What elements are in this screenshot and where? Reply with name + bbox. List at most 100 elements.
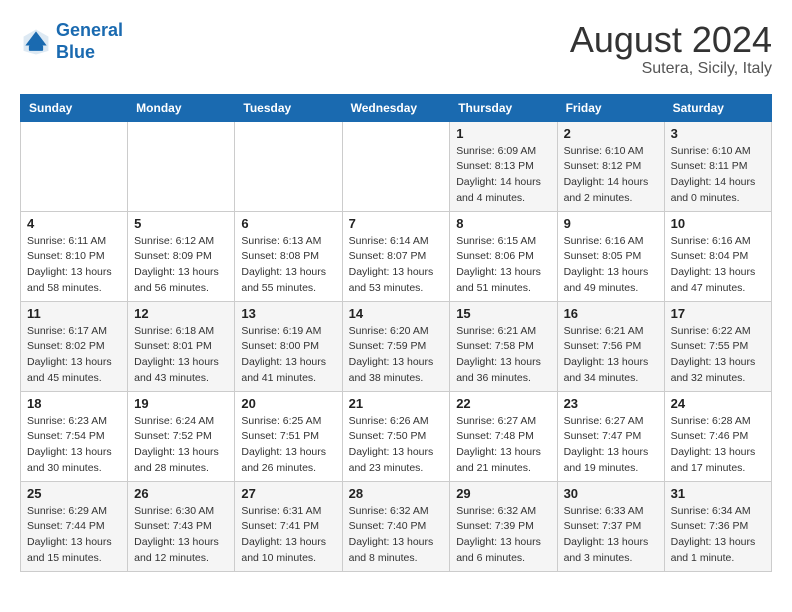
day-number: 25 xyxy=(27,486,121,501)
calendar-day-cell: 13 Sunrise: 6:19 AMSunset: 8:00 PMDaylig… xyxy=(235,301,342,391)
calendar-day-cell: 18 Sunrise: 6:23 AMSunset: 7:54 PMDaylig… xyxy=(21,391,128,481)
calendar-day-cell: 5 Sunrise: 6:12 AMSunset: 8:09 PMDayligh… xyxy=(128,211,235,301)
day-number: 21 xyxy=(349,396,444,411)
calendar-day-cell: 26 Sunrise: 6:30 AMSunset: 7:43 PMDaylig… xyxy=(128,481,235,571)
calendar-day-cell: 25 Sunrise: 6:29 AMSunset: 7:44 PMDaylig… xyxy=(21,481,128,571)
day-number: 1 xyxy=(456,126,550,141)
location: Sutera, Sicily, Italy xyxy=(570,60,772,78)
day-info: Sunrise: 6:13 AMSunset: 8:08 PMDaylight:… xyxy=(241,234,335,297)
day-number: 8 xyxy=(456,216,550,231)
calendar-day-cell: 1 Sunrise: 6:09 AMSunset: 8:13 PMDayligh… xyxy=(450,121,557,211)
month-year: August 2024 xyxy=(570,20,772,60)
day-number: 16 xyxy=(564,306,658,321)
day-number: 2 xyxy=(564,126,658,141)
day-info: Sunrise: 6:23 AMSunset: 7:54 PMDaylight:… xyxy=(27,414,121,477)
day-number: 27 xyxy=(241,486,335,501)
day-number: 14 xyxy=(349,306,444,321)
col-sunday: Sunday xyxy=(21,94,128,121)
day-number: 22 xyxy=(456,396,550,411)
title-block: August 2024 Sutera, Sicily, Italy xyxy=(570,20,772,78)
day-number: 26 xyxy=(134,486,228,501)
logo-line2: Blue xyxy=(56,42,95,62)
day-info: Sunrise: 6:11 AMSunset: 8:10 PMDaylight:… xyxy=(27,234,121,297)
calendar-day-cell: 28 Sunrise: 6:32 AMSunset: 7:40 PMDaylig… xyxy=(342,481,450,571)
day-number: 20 xyxy=(241,396,335,411)
calendar-day-cell: 27 Sunrise: 6:31 AMSunset: 7:41 PMDaylig… xyxy=(235,481,342,571)
calendar-day-cell xyxy=(21,121,128,211)
day-number: 13 xyxy=(241,306,335,321)
day-info: Sunrise: 6:24 AMSunset: 7:52 PMDaylight:… xyxy=(134,414,228,477)
calendar-day-cell: 17 Sunrise: 6:22 AMSunset: 7:55 PMDaylig… xyxy=(664,301,771,391)
calendar-day-cell xyxy=(128,121,235,211)
calendar-day-cell: 19 Sunrise: 6:24 AMSunset: 7:52 PMDaylig… xyxy=(128,391,235,481)
day-info: Sunrise: 6:28 AMSunset: 7:46 PMDaylight:… xyxy=(671,414,765,477)
calendar-day-cell: 10 Sunrise: 6:16 AMSunset: 8:04 PMDaylig… xyxy=(664,211,771,301)
day-info: Sunrise: 6:31 AMSunset: 7:41 PMDaylight:… xyxy=(241,504,335,567)
day-info: Sunrise: 6:16 AMSunset: 8:05 PMDaylight:… xyxy=(564,234,658,297)
day-info: Sunrise: 6:30 AMSunset: 7:43 PMDaylight:… xyxy=(134,504,228,567)
day-number: 10 xyxy=(671,216,765,231)
calendar-day-cell: 12 Sunrise: 6:18 AMSunset: 8:01 PMDaylig… xyxy=(128,301,235,391)
calendar-week-row: 1 Sunrise: 6:09 AMSunset: 8:13 PMDayligh… xyxy=(21,121,772,211)
day-number: 29 xyxy=(456,486,550,501)
day-number: 18 xyxy=(27,396,121,411)
calendar-day-cell: 4 Sunrise: 6:11 AMSunset: 8:10 PMDayligh… xyxy=(21,211,128,301)
day-number: 15 xyxy=(456,306,550,321)
calendar-day-cell xyxy=(235,121,342,211)
logo-text: General Blue xyxy=(56,20,123,63)
calendar-week-row: 18 Sunrise: 6:23 AMSunset: 7:54 PMDaylig… xyxy=(21,391,772,481)
logo: General Blue xyxy=(20,20,123,63)
day-info: Sunrise: 6:21 AMSunset: 7:58 PMDaylight:… xyxy=(456,324,550,387)
day-info: Sunrise: 6:26 AMSunset: 7:50 PMDaylight:… xyxy=(349,414,444,477)
logo-line1: General xyxy=(56,20,123,40)
col-tuesday: Tuesday xyxy=(235,94,342,121)
calendar-day-cell: 22 Sunrise: 6:27 AMSunset: 7:48 PMDaylig… xyxy=(450,391,557,481)
calendar-day-cell: 8 Sunrise: 6:15 AMSunset: 8:06 PMDayligh… xyxy=(450,211,557,301)
day-info: Sunrise: 6:27 AMSunset: 7:47 PMDaylight:… xyxy=(564,414,658,477)
calendar-day-cell: 9 Sunrise: 6:16 AMSunset: 8:05 PMDayligh… xyxy=(557,211,664,301)
calendar-day-cell: 31 Sunrise: 6:34 AMSunset: 7:36 PMDaylig… xyxy=(664,481,771,571)
day-info: Sunrise: 6:14 AMSunset: 8:07 PMDaylight:… xyxy=(349,234,444,297)
day-number: 11 xyxy=(27,306,121,321)
calendar-day-cell: 29 Sunrise: 6:32 AMSunset: 7:39 PMDaylig… xyxy=(450,481,557,571)
day-info: Sunrise: 6:32 AMSunset: 7:39 PMDaylight:… xyxy=(456,504,550,567)
day-number: 23 xyxy=(564,396,658,411)
day-number: 30 xyxy=(564,486,658,501)
calendar-day-cell: 16 Sunrise: 6:21 AMSunset: 7:56 PMDaylig… xyxy=(557,301,664,391)
day-info: Sunrise: 6:10 AMSunset: 8:12 PMDaylight:… xyxy=(564,144,658,207)
day-number: 24 xyxy=(671,396,765,411)
logo-icon xyxy=(20,26,52,58)
calendar-week-row: 11 Sunrise: 6:17 AMSunset: 8:02 PMDaylig… xyxy=(21,301,772,391)
calendar-day-cell: 7 Sunrise: 6:14 AMSunset: 8:07 PMDayligh… xyxy=(342,211,450,301)
day-info: Sunrise: 6:32 AMSunset: 7:40 PMDaylight:… xyxy=(349,504,444,567)
calendar-table: Sunday Monday Tuesday Wednesday Thursday… xyxy=(20,94,772,572)
calendar-day-cell: 21 Sunrise: 6:26 AMSunset: 7:50 PMDaylig… xyxy=(342,391,450,481)
day-number: 5 xyxy=(134,216,228,231)
day-info: Sunrise: 6:09 AMSunset: 8:13 PMDaylight:… xyxy=(456,144,550,207)
calendar-day-cell: 20 Sunrise: 6:25 AMSunset: 7:51 PMDaylig… xyxy=(235,391,342,481)
day-number: 19 xyxy=(134,396,228,411)
page-header: General Blue August 2024 Sutera, Sicily,… xyxy=(20,20,772,78)
calendar-header-row: Sunday Monday Tuesday Wednesday Thursday… xyxy=(21,94,772,121)
day-number: 12 xyxy=(134,306,228,321)
col-thursday: Thursday xyxy=(450,94,557,121)
calendar-week-row: 4 Sunrise: 6:11 AMSunset: 8:10 PMDayligh… xyxy=(21,211,772,301)
day-info: Sunrise: 6:34 AMSunset: 7:36 PMDaylight:… xyxy=(671,504,765,567)
calendar-day-cell: 3 Sunrise: 6:10 AMSunset: 8:11 PMDayligh… xyxy=(664,121,771,211)
col-wednesday: Wednesday xyxy=(342,94,450,121)
day-info: Sunrise: 6:20 AMSunset: 7:59 PMDaylight:… xyxy=(349,324,444,387)
calendar-day-cell: 14 Sunrise: 6:20 AMSunset: 7:59 PMDaylig… xyxy=(342,301,450,391)
day-number: 3 xyxy=(671,126,765,141)
calendar-day-cell: 23 Sunrise: 6:27 AMSunset: 7:47 PMDaylig… xyxy=(557,391,664,481)
day-number: 4 xyxy=(27,216,121,231)
calendar-week-row: 25 Sunrise: 6:29 AMSunset: 7:44 PMDaylig… xyxy=(21,481,772,571)
day-number: 31 xyxy=(671,486,765,501)
day-info: Sunrise: 6:17 AMSunset: 8:02 PMDaylight:… xyxy=(27,324,121,387)
day-info: Sunrise: 6:22 AMSunset: 7:55 PMDaylight:… xyxy=(671,324,765,387)
calendar-day-cell xyxy=(342,121,450,211)
day-info: Sunrise: 6:16 AMSunset: 8:04 PMDaylight:… xyxy=(671,234,765,297)
col-saturday: Saturday xyxy=(664,94,771,121)
day-info: Sunrise: 6:21 AMSunset: 7:56 PMDaylight:… xyxy=(564,324,658,387)
day-info: Sunrise: 6:10 AMSunset: 8:11 PMDaylight:… xyxy=(671,144,765,207)
day-number: 7 xyxy=(349,216,444,231)
